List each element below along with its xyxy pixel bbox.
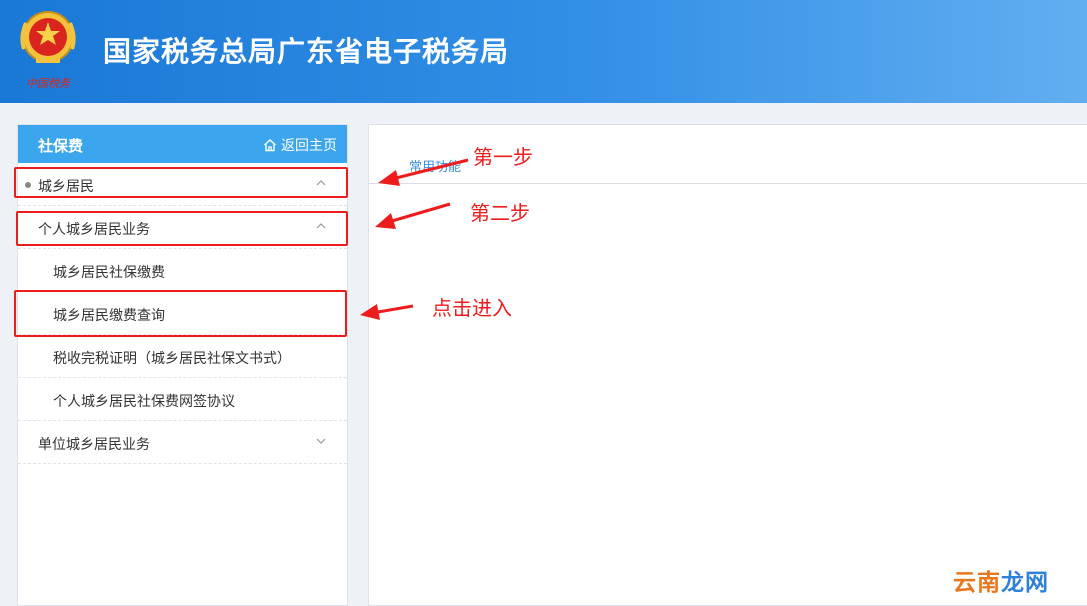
menu-item-unit-residents-business[interactable]: 单位城乡居民业务 (18, 421, 347, 464)
menu-item-label: 个人城乡居民社保费网签协议 (53, 393, 235, 409)
highlight-box-step3 (14, 290, 347, 337)
sidebar-header: 社保费 返回主页 (18, 125, 347, 163)
annotation-step2: 第二步 (470, 201, 530, 225)
tab-divider (369, 183, 1087, 184)
home-icon (264, 139, 276, 152)
menu-item-label: 税收完税证明（城乡居民社保文书式） (53, 350, 291, 366)
annotation-step1: 第一步 (473, 145, 533, 169)
sidebar-title: 社保费 (38, 138, 84, 155)
highlight-box-step2 (16, 211, 348, 246)
site-header: 中国税务 国家税务总局广东省电子税务局 (0, 0, 1087, 103)
emblem-caption: 中国税务 (26, 77, 71, 90)
tab-common-functions[interactable]: 常用功能 (409, 156, 461, 175)
highlight-box-step1 (14, 167, 348, 198)
watermark-part2: 龙网 (1001, 570, 1049, 596)
tax-emblem-logo: 中国税务 (20, 11, 76, 90)
menu-item-tax-payment-certificate[interactable]: 税收完税证明（城乡居民社保文书式） (18, 335, 347, 378)
menu-item-online-agreement[interactable]: 个人城乡居民社保费网签协议 (18, 378, 347, 421)
menu-item-label: 单位城乡居民业务 (38, 436, 150, 452)
annotation-step3: 点击进入 (432, 296, 512, 320)
watermark-part1: 云南 (953, 570, 1001, 596)
menu-item-residents-social-insurance-payment[interactable]: 城乡居民社保缴费 (18, 249, 347, 292)
back-home-label: 返回主页 (281, 137, 337, 153)
back-home-link[interactable]: 返回主页 (263, 135, 337, 155)
chevron-down-icon (316, 438, 326, 444)
site-title: 国家税务总局广东省电子税务局 (103, 35, 510, 68)
menu-item-label: 城乡居民社保缴费 (53, 264, 165, 280)
watermark: 云南龙网 (953, 563, 1049, 597)
